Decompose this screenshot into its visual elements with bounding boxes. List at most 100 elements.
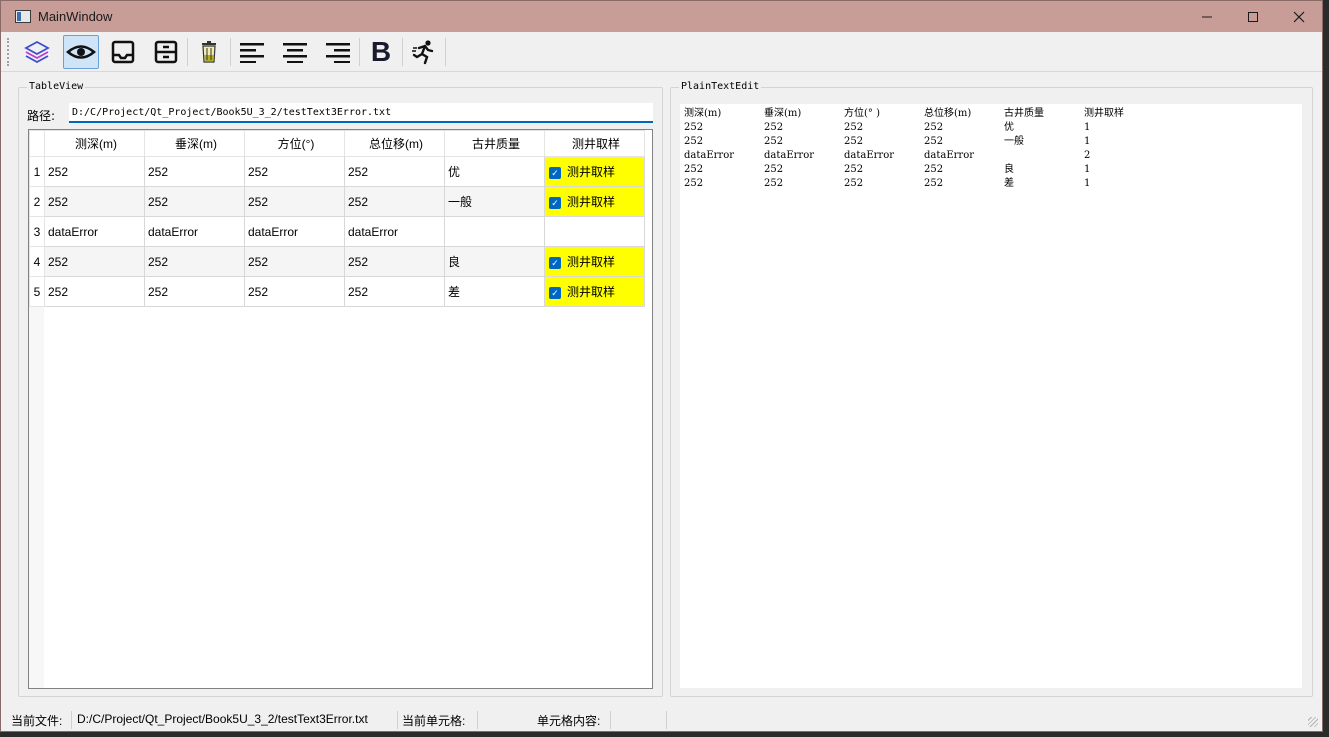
sample-label: 测井取样 <box>567 255 616 269</box>
table-cell[interactable]: 252 <box>144 246 245 277</box>
status-separator <box>610 711 611 729</box>
sample-cell[interactable]: ✓ 测井取样 <box>544 246 645 277</box>
align-right-icon <box>326 43 350 63</box>
column-header[interactable]: 垂深(m) <box>144 130 245 157</box>
text-field: 测深(m) <box>684 108 722 119</box>
toolbar: B <box>1 32 1322 72</box>
table-cell[interactable]: 252 <box>244 276 345 307</box>
bold-button[interactable]: B <box>363 35 399 69</box>
sample-checkbox[interactable]: ✓ <box>549 286 561 299</box>
row-header[interactable]: 5 <box>29 276 45 307</box>
sample-checkbox[interactable]: ✓ <box>549 196 561 209</box>
align-right-button[interactable] <box>320 35 356 69</box>
sample-cell[interactable]: ✓ 测井取样 <box>544 186 645 217</box>
table-row: 4 252 252 252 252 良 ✓ 测井取样 <box>29 246 645 277</box>
table-cell[interactable]: 252 <box>244 186 345 217</box>
align-center-button[interactable] <box>277 35 313 69</box>
toolbar-separator <box>445 38 446 66</box>
table-cell[interactable]: 252 <box>244 156 345 187</box>
text-line: 252 252 252 252 差 1 <box>684 177 1164 191</box>
table-cell[interactable]: dataError <box>144 216 245 247</box>
text-field: 252 <box>684 164 704 175</box>
column-header[interactable]: 古井质量 <box>444 130 545 157</box>
sample-cell[interactable]: ✓ 测井取样 <box>544 276 645 307</box>
align-left-button[interactable] <box>234 35 270 69</box>
text-line: dataError dataError dataError dataError 2 <box>684 149 1164 163</box>
text-field: 252 <box>924 164 944 175</box>
column-header[interactable]: 方位(°) <box>244 130 345 157</box>
sample-cell[interactable]: ✓ 测井取样 <box>544 156 645 187</box>
window-title: MainWindow <box>38 9 113 24</box>
sample-cell[interactable] <box>544 216 645 247</box>
status-separator <box>666 711 667 729</box>
layers-icon <box>24 40 50 64</box>
path-input[interactable]: D:/C/Project/Qt_Project/Book5U_3_2/testT… <box>69 103 653 123</box>
table-cell[interactable]: 差 <box>444 276 545 307</box>
table-cell[interactable]: 良 <box>444 246 545 277</box>
text-field: 252 <box>764 122 784 133</box>
align-center-icon <box>283 43 307 63</box>
size-grip[interactable] <box>1308 717 1318 727</box>
main-window: MainWindow B TableView 路径: D:/C/Project/… <box>0 0 1323 732</box>
column-header[interactable]: 测井取样 <box>544 130 645 157</box>
row-header[interactable]: 4 <box>29 246 45 277</box>
status-separator <box>477 711 478 729</box>
layers-button[interactable] <box>19 35 55 69</box>
column-header[interactable]: 测深(m) <box>44 130 145 157</box>
table-cell[interactable]: dataError <box>244 216 345 247</box>
text-field: 252 <box>844 178 864 189</box>
delete-button[interactable] <box>191 35 227 69</box>
table-cell[interactable]: 252 <box>44 246 145 277</box>
text-field: 1 <box>1084 136 1091 147</box>
row-header[interactable]: 1 <box>29 156 45 187</box>
sample-checkbox[interactable]: ✓ <box>549 166 561 179</box>
maximize-button[interactable] <box>1230 1 1276 32</box>
table-cell[interactable]: 252 <box>144 156 245 187</box>
text-field: 方位(° ) <box>844 108 880 119</box>
archive-button[interactable] <box>148 35 184 69</box>
tableview-group-title: TableView <box>27 81 86 92</box>
table-cell[interactable]: 252 <box>44 186 145 217</box>
text-field: 252 <box>924 136 944 147</box>
sample-label: 测井取样 <box>567 285 616 299</box>
close-button[interactable] <box>1276 1 1322 32</box>
table-cell[interactable]: 252 <box>144 186 245 217</box>
run-button[interactable] <box>406 35 442 69</box>
data-table: 测深(m) 垂深(m) 方位(°) 总位移(m) 古井质量 测井取样 1 252… <box>29 130 645 307</box>
text-field: 252 <box>844 164 864 175</box>
table-cell[interactable]: 252 <box>244 246 345 277</box>
table-cell[interactable]: dataError <box>344 216 445 247</box>
sample-checkbox[interactable]: ✓ <box>549 256 561 269</box>
text-field: 252 <box>924 122 944 133</box>
align-left-icon <box>240 43 264 63</box>
table-cell[interactable]: 252 <box>344 276 445 307</box>
row-header[interactable]: 2 <box>29 186 45 217</box>
table-cell[interactable]: 252 <box>144 276 245 307</box>
table-row: 3 dataError dataError dataError dataErro… <box>29 216 645 247</box>
minimize-button[interactable] <box>1184 1 1230 32</box>
table-cell[interactable] <box>444 216 545 247</box>
plain-text-edit[interactable] <box>680 104 1302 688</box>
table-cell[interactable]: 一般 <box>444 186 545 217</box>
column-header[interactable]: 总位移(m) <box>344 130 445 157</box>
table-corner[interactable] <box>29 130 45 157</box>
table-cell[interactable]: 252 <box>344 156 445 187</box>
table-cell[interactable]: dataError <box>44 216 145 247</box>
toolbar-separator <box>402 38 403 66</box>
archive-icon <box>154 40 178 64</box>
close-icon <box>1293 11 1305 22</box>
view-button[interactable] <box>63 35 99 69</box>
table-cell[interactable]: 252 <box>44 276 145 307</box>
bold-icon: B <box>370 36 392 67</box>
table-cell[interactable]: 252 <box>44 156 145 187</box>
row-header[interactable]: 3 <box>29 216 45 247</box>
table-cell[interactable]: 252 <box>344 246 445 277</box>
table-header-row: 测深(m) 垂深(m) 方位(°) 总位移(m) 古井质量 测井取样 <box>29 130 645 157</box>
inbox-button[interactable] <box>105 35 141 69</box>
table-view[interactable]: 测深(m) 垂深(m) 方位(°) 总位移(m) 古井质量 测井取样 1 252… <box>28 129 653 689</box>
table-cell[interactable]: 252 <box>344 186 445 217</box>
sample-label: 测井取样 <box>567 165 616 179</box>
table-cell[interactable]: 优 <box>444 156 545 187</box>
title-bar[interactable]: MainWindow <box>1 1 1322 32</box>
toolbar-grip[interactable] <box>7 38 11 66</box>
